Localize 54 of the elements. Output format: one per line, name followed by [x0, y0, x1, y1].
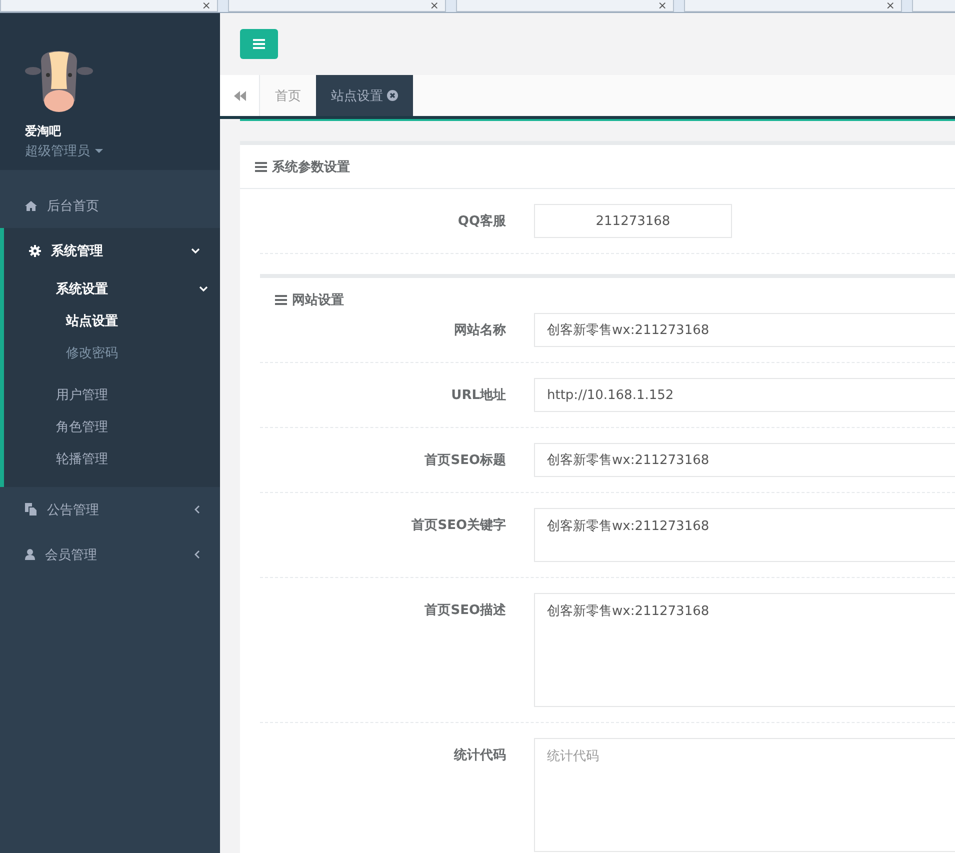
close-icon[interactable]: ×: [430, 0, 439, 12]
caret-down-icon: [95, 149, 103, 153]
input-field[interactable]: 创客新零售wx:211273168: [534, 313, 955, 347]
menu-button[interactable]: [240, 29, 278, 59]
user-name: 爱淘吧: [25, 123, 61, 140]
text-area[interactable]: 创客新零售wx:211273168: [534, 593, 955, 707]
close-icon[interactable]: [387, 90, 398, 101]
nav-subitem[interactable]: 用户管理: [4, 379, 220, 411]
chevron-down-icon: [199, 286, 208, 292]
browser-tab[interactable]: ×: [0, 0, 218, 12]
nav-item[interactable]: 系统管理: [4, 228, 220, 273]
input-field[interactable]: http://10.168.1.152: [534, 378, 955, 412]
close-icon[interactable]: ×: [886, 0, 895, 12]
section-title: 网站设置: [292, 292, 344, 309]
field-label: QQ客服: [456, 212, 506, 231]
text-area[interactable]: 创客新零售wx:211273168: [534, 508, 955, 562]
scroll-left-button[interactable]: [220, 75, 260, 116]
double-left-icon: [234, 90, 246, 100]
nav-item[interactable]: 后台首页: [0, 183, 220, 228]
field-label: 首页SEO标题: [424, 452, 506, 470]
panel-title: 系统参数设置: [272, 158, 350, 176]
browser-tab[interactable]: ×: [684, 0, 902, 12]
list-icon: [255, 162, 267, 172]
input-field[interactable]: 创客新零售wx:211273168: [534, 443, 955, 477]
nav-item[interactable]: 会员管理: [0, 532, 220, 577]
chevron-down-icon: [191, 248, 200, 254]
nav-subitem[interactable]: 系统设置: [4, 273, 220, 305]
text-area[interactable]: 统计代码: [534, 738, 955, 852]
user-role[interactable]: 超级管理员: [25, 142, 90, 160]
nav-subitem[interactable]: 角色管理: [4, 411, 220, 443]
close-icon[interactable]: ×: [658, 0, 667, 12]
nav-subitem[interactable]: 修改密码: [4, 337, 220, 369]
user-icon: [25, 549, 35, 560]
nav-item[interactable]: 公告管理: [0, 487, 220, 532]
nav-subitem[interactable]: 站点设置: [4, 305, 220, 337]
browser-tab[interactable]: ×: [228, 0, 446, 12]
list-icon: [275, 295, 287, 305]
page-tab[interactable]: 站点设置: [316, 75, 413, 116]
nav-subitem[interactable]: 轮播管理: [4, 443, 220, 475]
gear-icon: [29, 244, 41, 256]
field-label: URL地址: [450, 387, 506, 405]
menu-icon: [253, 39, 265, 49]
field-label: 首页SEO描述: [424, 602, 506, 620]
close-icon[interactable]: ×: [202, 0, 211, 12]
chevron-left-icon: [194, 505, 200, 514]
field-label: 统计代码: [452, 746, 506, 765]
files-icon: [25, 503, 37, 516]
chevron-left-icon: [194, 550, 200, 559]
cow-avatar-drawing: [25, 49, 93, 115]
browser-tab[interactable]: ×: [456, 0, 674, 12]
field-label: 网站名称: [453, 322, 506, 340]
input-field[interactable]: 211273168: [534, 204, 732, 238]
home-icon: [25, 200, 37, 210]
field-label: 首页SEO关键字: [410, 516, 506, 535]
